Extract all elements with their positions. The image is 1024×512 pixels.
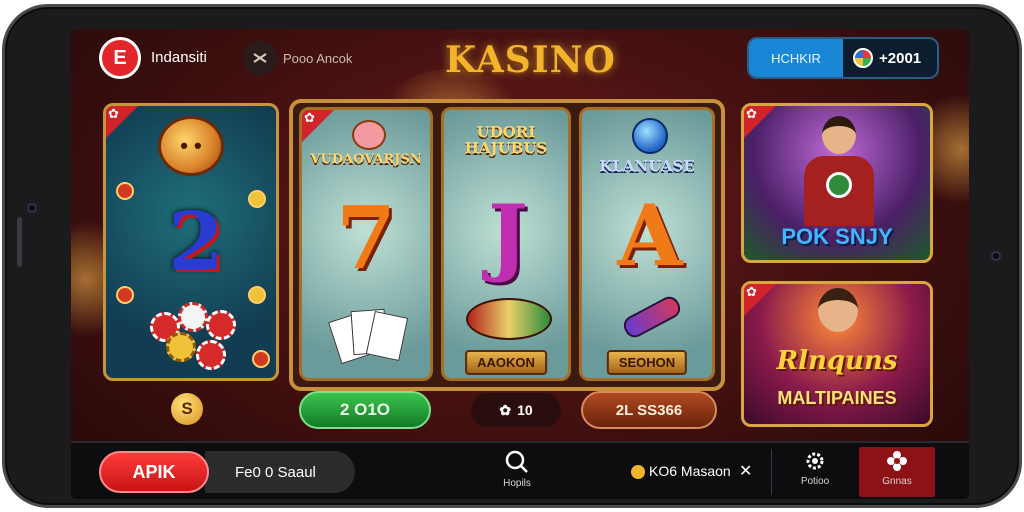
chip-icon: ✿ [499,401,512,418]
reel-title: KLANUASE [599,157,695,175]
wallet-widget[interactable]: HCHKIR +2001 [747,37,939,79]
chip-icon [248,190,266,208]
reel-label: SEOHON [606,350,688,375]
reel-title: VUDAOVARJSN [310,152,422,167]
reel-3[interactable]: KLANUASE A SEOHON [579,107,715,381]
symbol-glyph: A [617,186,683,285]
volume-button [17,217,22,267]
apk-label: APIK [132,461,176,482]
flower-icon: ✿ [746,106,757,121]
host-figure [804,116,874,226]
reel-title: UDORI HAJUBUS [464,123,548,157]
coin-icon [631,465,645,480]
phone-frame: E Indansiti Pooo Ancok KASINO HCHKIR +20… [2,4,1022,508]
menu-icon[interactable] [243,41,277,75]
nav-search[interactable]: Hopils [487,449,547,495]
cards-icon [328,306,409,365]
small-coin-text: S [181,399,193,418]
symbol-glyph: J [488,186,528,285]
game-card-left[interactable]: ✿ • • 2 [103,103,279,381]
nav-settings-label: Potioo [800,476,830,487]
feature-card-2[interactable]: ✿ Rlnquns MALTIPAINES [741,281,933,427]
small-coin-button[interactable]: S [171,393,203,425]
brand-name: Indansiti [151,49,207,66]
chip-icon [116,286,134,304]
chip-icon [853,48,873,68]
green-bet-text: 2 O1O [339,400,391,419]
sensor [991,251,1001,261]
bottom-nav: Fe0 0 Saaul APIK Hopils KO6 Masaon ✕ Pot… [71,441,969,499]
page-title: KASINO [445,39,616,81]
chip-icon [166,332,196,362]
reel-2[interactable]: UDORI HAJUBUS J AAOKON [441,107,571,381]
chip-icon [178,302,208,332]
pig-icon [352,120,386,150]
coin-face: • • [180,133,202,158]
hot-tag: ✿ [744,284,778,318]
search-icon [505,450,528,473]
brown-spin-button[interactable]: 2L SS366 [581,391,717,429]
header-link[interactable]: Pooo Ancok [283,51,352,66]
promo-search-pill[interactable]: Fe0 0 Saaul [205,451,355,493]
chip-icon [252,350,270,368]
nav-profile-label: Gnnas [882,476,912,487]
feature-card-1[interactable]: ✿ POK SNJY [741,103,933,263]
dark-chip-text: 10 [517,402,533,418]
hot-tag: ✿ [106,106,140,140]
nav-settings[interactable]: Potioo [785,449,845,495]
flower-icon: ✿ [304,110,315,125]
flower-icon [887,451,907,471]
reel-1[interactable]: ✿ VUDAOVARJSN 7 [299,107,433,381]
wallet-button[interactable]: HCHKIR [749,39,843,77]
symbol-glyph: 2 [168,194,224,288]
chip-icon [206,310,236,340]
football-icon [466,298,552,340]
feature-title: Rlnquns [776,346,898,376]
nav-search-label: Hopils [503,478,531,489]
gold-balance-text: KO6 Masaon [649,463,731,479]
hot-tag: ✿ [302,110,336,144]
gold-balance[interactable]: KO6 Masaon [631,463,731,480]
green-bet-button[interactable]: 2 O1O [299,391,431,429]
app-logo[interactable]: E [99,37,141,79]
flower-icon: ✿ [108,106,119,121]
gem-icon [632,118,668,154]
chip-icon [116,182,134,200]
front-camera [27,203,37,213]
brown-spin-text: 2L SS366 [615,401,683,419]
flower-icon: ✿ [746,284,757,299]
wallet-balance: +2001 [879,50,922,67]
feature-title: POK SNJY [781,224,893,249]
reel-label: AAOKON [465,350,547,375]
host-figure [818,288,858,332]
hot-tag: ✿ [744,106,778,140]
feature-subtitle: MALTIPAINES [777,388,897,408]
menu-icon-glyph [253,53,267,63]
chip-icon [196,340,226,370]
game-screen: E Indansiti Pooo Ancok KASINO HCHKIR +20… [71,29,969,499]
symbol-glyph: 7 [336,188,396,289]
apk-download-button[interactable]: APIK [99,451,209,493]
dark-chip-button[interactable]: ✿ 10 [471,393,561,427]
gear-icon [806,452,824,470]
close-icon[interactable]: ✕ [739,461,752,481]
promo-search-text: Fe0 0 Saaul [235,463,316,481]
nav-profile[interactable]: Gnnas [867,449,927,495]
logo-letter: E [113,46,127,69]
coin-icon: • • [158,116,224,176]
divider [771,449,772,495]
rocket-icon [620,293,684,341]
chip-icon [248,286,266,304]
